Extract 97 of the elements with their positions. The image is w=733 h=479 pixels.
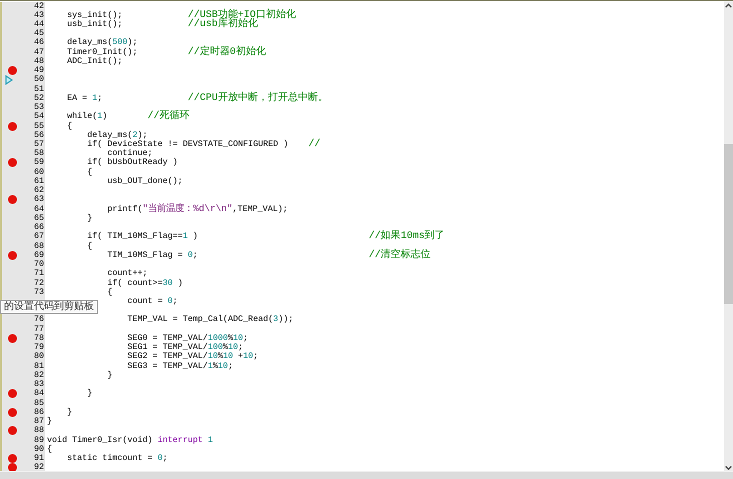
scrollbar-thumb[interactable]	[724, 144, 733, 304]
line-number: 71	[34, 269, 45, 279]
code-comment: //usb库初始化	[188, 20, 258, 30]
line-number: 51	[34, 84, 45, 94]
code-line: delay_ms(500);	[67, 38, 138, 48]
code-line: }	[87, 389, 92, 399]
line-number: 85	[34, 398, 45, 408]
line-number: 73	[34, 288, 45, 297]
line-number: 58	[34, 149, 45, 158]
line-number: 43	[34, 10, 45, 20]
code-line: {	[47, 444, 52, 454]
line-number: 80	[34, 352, 45, 362]
code-line: TEMP_VAL = Temp_Cal(ADC_Read(3));	[127, 315, 294, 325]
code-line: {	[67, 122, 72, 131]
code-line: usb_OUT_done();	[107, 176, 183, 186]
line-number: 59	[34, 158, 45, 168]
line-number: 78	[34, 334, 45, 343]
code-comment: //清空标志位	[368, 250, 431, 260]
code-line: EA = 1;	[67, 94, 102, 104]
line-number: 61	[34, 176, 45, 186]
code-line: usb_init();	[67, 20, 122, 30]
line-number: 72	[34, 278, 45, 288]
line-number: 52	[34, 94, 45, 103]
line-number: 79	[34, 343, 45, 352]
line-number: 49	[34, 66, 45, 76]
line-number: 63	[34, 195, 45, 205]
scroll-down-icon[interactable]	[724, 463, 733, 472]
code-line: SEG3 = TEMP_VAL/1%10;	[127, 362, 233, 371]
code-line: {	[87, 242, 92, 251]
code-line: if( DeviceState != DEVSTATE_CONFIGURED )	[87, 140, 288, 150]
line-number: 81	[34, 362, 45, 371]
code-line: delay_ms(2);	[87, 130, 148, 140]
line-number: 83	[34, 380, 45, 390]
line-number: 77	[34, 324, 45, 334]
code-line: continue;	[107, 149, 153, 158]
code-line: void Timer0_Isr(void) interrupt 1	[47, 436, 213, 445]
line-number: 44	[34, 20, 45, 30]
code-line: Timer0_Init();	[67, 48, 138, 57]
line-number: 57	[34, 140, 45, 150]
code-line: }	[107, 370, 112, 380]
line-number: 70	[34, 260, 45, 270]
line-number: 87	[34, 417, 45, 426]
code-comment: //死循环	[148, 112, 190, 122]
code-line: {	[87, 168, 92, 177]
line-number: 84	[34, 389, 45, 399]
line-number: 47	[34, 48, 45, 57]
line-number: 62	[34, 186, 45, 196]
line-number: 50	[34, 75, 45, 85]
code-line: if( TIM_10MS_Flag==1 )	[87, 232, 198, 242]
code-line: count = 0;	[127, 297, 178, 306]
line-number: 48	[34, 56, 45, 66]
line-number: 89	[34, 436, 45, 445]
code-line: if( bUsbOutReady )	[87, 158, 178, 168]
line-number: 69	[34, 250, 45, 260]
line-number: 76	[34, 315, 45, 325]
line-number: 88	[34, 426, 45, 436]
code-line: }	[47, 417, 52, 426]
code-line: SEG2 = TEMP_VAL/10%10 +10;	[127, 352, 258, 362]
line-number: 54	[34, 112, 45, 122]
line-number: 53	[34, 103, 45, 112]
line-number: 60	[34, 168, 45, 177]
horizontal-scrollbar[interactable]	[0, 471, 733, 479]
line-number: 68	[34, 242, 45, 251]
line-number: 64	[34, 204, 45, 214]
line-number: 66	[34, 223, 45, 232]
code-line: sys_init();	[67, 10, 122, 20]
line-number: 65	[34, 214, 45, 223]
line-number: 91	[34, 454, 45, 463]
code-line: if( count>=30 )	[107, 278, 183, 288]
line-number: 67	[34, 232, 45, 242]
code-line: }	[87, 214, 92, 224]
line-number: 90	[34, 444, 45, 454]
code-line: static timcount = 0;	[67, 454, 168, 464]
tooltip: 的设置代码到剪贴板	[0, 300, 98, 314]
line-number: 42	[34, 2, 45, 11]
scroll-up-icon[interactable]	[724, 1, 733, 10]
line-number: 92	[34, 463, 45, 472]
code-line: ADC_Init();	[67, 56, 122, 66]
code-comment: //CPU开放中断，打开总中断。	[188, 94, 328, 104]
code-comment: //如果10ms到了	[368, 232, 445, 242]
code-line: printf("当前温度：%d\r\n",TEMP_VAL);	[107, 204, 288, 214]
code-line: while(1)	[67, 112, 108, 122]
code-line: count++;	[107, 269, 148, 278]
line-number: 45	[34, 29, 45, 38]
code-comment: //定时器0初始化	[188, 48, 266, 57]
line-number: 46	[34, 38, 45, 48]
line-number: 86	[34, 408, 45, 418]
code-line: SEG0 = TEMP_VAL/1000%10;	[127, 334, 248, 343]
code-line: }	[67, 408, 72, 418]
code-line: {	[107, 288, 112, 297]
line-number: 82	[34, 370, 45, 380]
vertical-scrollbar[interactable]	[724, 1, 733, 472]
code-line: TIM_10MS_Flag = 0;	[107, 250, 198, 260]
code-line: SEG1 = TEMP_VAL/100%10;	[127, 343, 244, 352]
line-number: 55	[34, 122, 45, 131]
code-comment: //	[308, 140, 320, 150]
line-number: 56	[34, 130, 45, 140]
